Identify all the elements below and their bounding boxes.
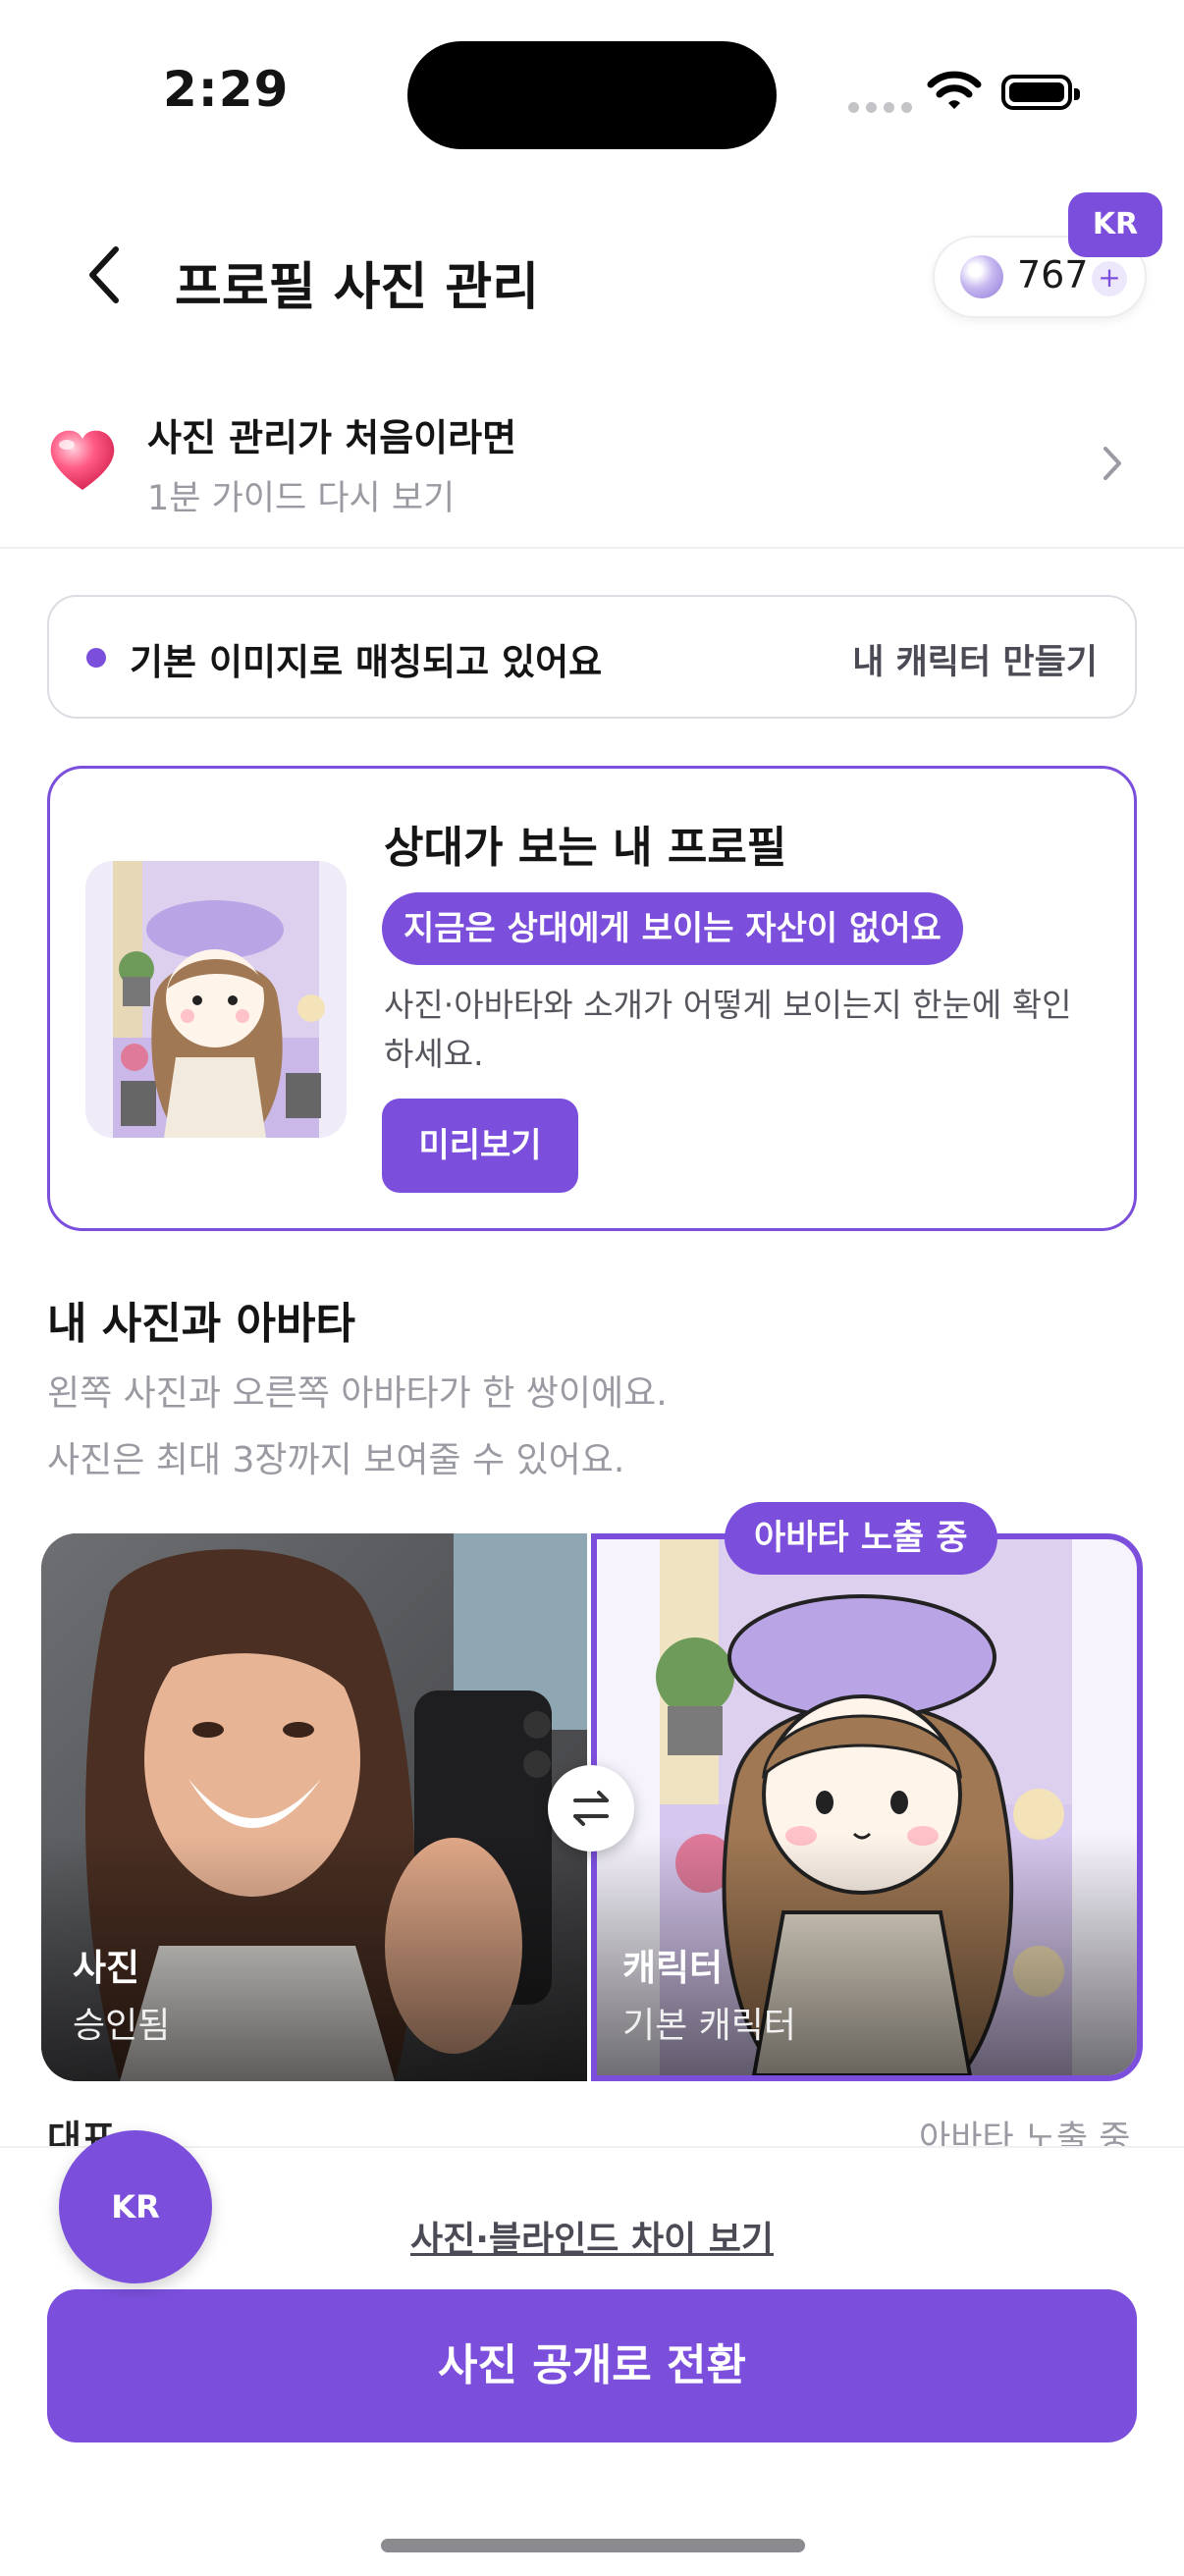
profile-preview-card: 상대가 보는 내 프로필 지금은 상대에게 보이는 자산이 없어요 사진·아바타… (47, 766, 1137, 1231)
wifi-icon (927, 71, 982, 109)
status-dot (86, 648, 106, 668)
heart-icon (50, 430, 115, 490)
swap-icon (573, 1791, 609, 1826)
guide-title: 사진 관리가 처음이라면 (147, 416, 517, 459)
dynamic-island (407, 41, 777, 149)
home-indicator (381, 2539, 805, 2552)
section-description-2: 사진은 최대 3장까지 보여줄 수 있어요. (47, 1440, 625, 1480)
section-title: 내 사진과 아바타 (47, 1299, 355, 1349)
photo-card[interactable]: 사진 승인됨 (41, 1533, 587, 2081)
avatar-label: 캐릭터 (622, 1947, 724, 1989)
guide-row[interactable]: 사진 관리가 처음이라면 1분 가이드 다시 보기 (0, 388, 1184, 549)
section-description-1: 왼쪽 사진과 오른쪽 아바타가 한 쌍이에요. (47, 1373, 668, 1414)
back-icon[interactable] (69, 236, 147, 314)
avatar-exposed-chip: 아바타 노출 중 (725, 1502, 997, 1575)
preview-button[interactable]: 미리보기 (382, 1099, 578, 1193)
guide-subtitle: 1분 가이드 다시 보기 (147, 479, 456, 518)
battery-icon (1001, 75, 1080, 110)
photo-label: 사진 (73, 1947, 140, 1989)
match-status-text: 기본 이미지로 매칭되고 있어요 (130, 641, 603, 683)
swap-button[interactable] (548, 1765, 634, 1852)
credit-count: 767 (1017, 253, 1089, 296)
add-credit-icon[interactable]: + (1092, 261, 1127, 296)
region-fab[interactable]: KR (59, 2130, 212, 2283)
preview-status-chip: 지금은 상대에게 보이는 자산이 없어요 (382, 892, 963, 965)
preview-description: 사진·아바타와 소개가 어떻게 보이는지 한눈에 확인하세요. (384, 986, 1072, 1073)
preview-title: 상대가 보는 내 프로필 (384, 823, 787, 873)
avatar-thumbnail (85, 861, 347, 1138)
avatar-image (597, 1539, 1137, 2075)
signal-icon (848, 102, 912, 113)
match-status-card: 기본 이미지로 매칭되고 있어요 내 캐릭터 만들기 (47, 595, 1137, 719)
status-time: 2:29 (163, 61, 290, 118)
page-title: 프로필 사진 관리 (175, 258, 540, 317)
switch-to-photo-button[interactable]: 사진 공개로 전환 (47, 2289, 1137, 2442)
chevron-right-icon (1103, 447, 1121, 480)
avatar-status: 기본 캐릭터 (622, 2006, 797, 2046)
gem-icon (960, 255, 1003, 298)
photo-status: 승인됨 (73, 2006, 171, 2046)
avatar-card[interactable]: 캐릭터 기본 캐릭터 (591, 1533, 1143, 2081)
region-badge: KR (1068, 192, 1162, 257)
create-character-link[interactable]: 내 캐릭터 만들기 (852, 634, 1098, 684)
